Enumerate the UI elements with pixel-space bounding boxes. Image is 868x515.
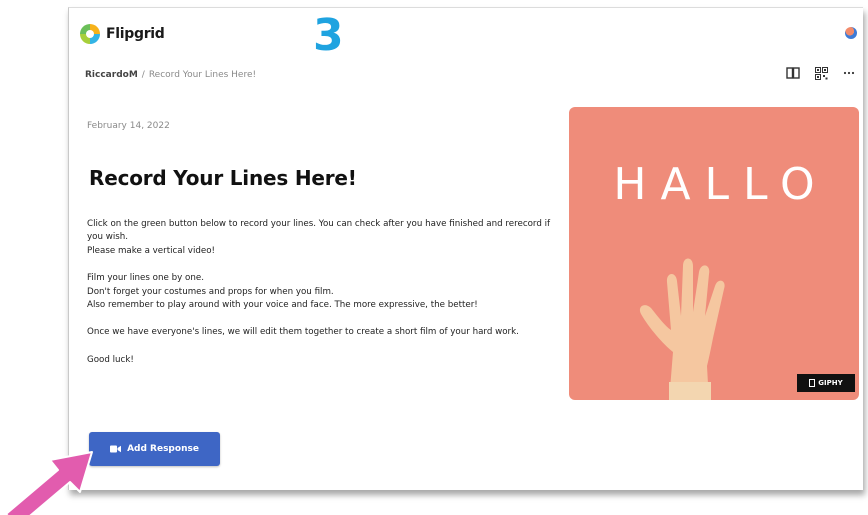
- gif-text: HALLO: [613, 159, 829, 210]
- giphy-badge: GIPHY: [797, 374, 855, 392]
- toolbar: [785, 65, 857, 81]
- step-number-annotation: 3: [313, 10, 344, 61]
- description-line: Also remember to play around with your v…: [87, 300, 478, 311]
- avatar[interactable]: [845, 27, 857, 39]
- topic-title: Record Your Lines Here!: [89, 166, 357, 190]
- breadcrumb: RiccardoM / Record Your Lines Here!: [85, 70, 256, 80]
- add-response-label: Add Response: [127, 444, 199, 454]
- breadcrumb-current: Record Your Lines Here!: [148, 70, 257, 80]
- breadcrumb-user-link[interactable]: RiccardoM: [85, 70, 138, 80]
- video-camera-icon: [110, 445, 122, 453]
- description-line: Click on the green button below to recor…: [87, 219, 551, 243]
- description-line: Once we have everyone's lines, we will e…: [87, 327, 519, 338]
- app-name: Flipgrid: [106, 26, 165, 42]
- description-line: Good luck!: [87, 354, 134, 365]
- app-logo[interactable]: Flipgrid: [80, 24, 165, 44]
- giphy-icon: [809, 379, 816, 387]
- flipgrid-logo-icon: [80, 24, 100, 44]
- annotation-arrow-icon: [5, 451, 93, 515]
- more-icon[interactable]: [841, 65, 857, 81]
- waving-hand-illustration: [640, 258, 725, 400]
- add-response-button[interactable]: Add Response: [89, 432, 220, 466]
- topic-description: Click on the green button below to recor…: [87, 218, 557, 367]
- topic-media-gif[interactable]: HALLO GIPHY: [569, 107, 859, 400]
- book-icon[interactable]: [785, 65, 801, 81]
- description-line: Don't forget your costumes and props for…: [87, 286, 334, 297]
- breadcrumb-separator: /: [141, 70, 145, 80]
- qr-code-icon[interactable]: [813, 65, 829, 81]
- description-line: Film your lines one by one.: [87, 273, 204, 284]
- app-window: Flipgrid 3 RiccardoM / Record Your Lines…: [68, 7, 863, 490]
- description-line: Please make a vertical video!: [87, 245, 216, 256]
- giphy-label: GIPHY: [818, 379, 843, 387]
- topic-date: February 14, 2022: [87, 121, 170, 131]
